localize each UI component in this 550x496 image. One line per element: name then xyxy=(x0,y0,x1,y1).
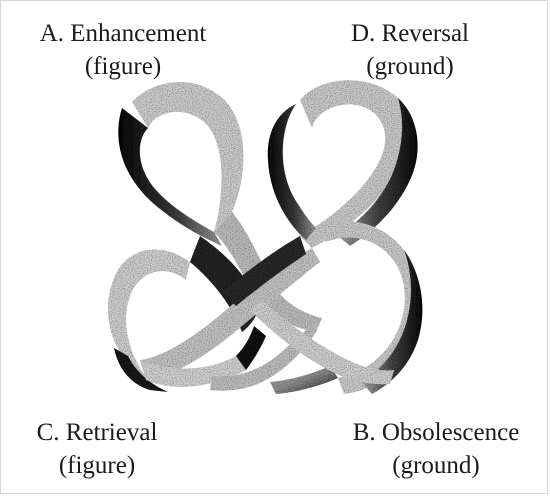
label-obsolescence-subtitle: (ground) xyxy=(392,452,480,479)
label-obsolescence-title: B. Obsolescence xyxy=(352,419,520,446)
label-retrieval: C. Retrieval (figure) xyxy=(22,416,172,482)
label-retrieval-subtitle: (figure) xyxy=(58,452,136,479)
band-left-upper-fold xyxy=(118,108,222,246)
label-reversal-title: D. Reversal xyxy=(350,20,470,47)
label-retrieval-title: C. Retrieval xyxy=(36,419,158,446)
band-left-upper-loop xyxy=(132,81,244,232)
label-reversal: D. Reversal (ground) xyxy=(330,17,490,83)
label-enhancement-title: A. Enhancement xyxy=(39,20,207,47)
band-right-upper-fold xyxy=(267,104,316,240)
label-obsolescence: B. Obsolescence (ground) xyxy=(336,416,536,482)
label-enhancement: A. Enhancement (figure) xyxy=(28,17,218,83)
label-enhancement-subtitle: (figure) xyxy=(84,53,162,80)
tetrad-diagram: A. Enhancement (figure) D. Reversal (gro… xyxy=(0,0,550,496)
label-reversal-subtitle: (ground) xyxy=(366,53,454,80)
